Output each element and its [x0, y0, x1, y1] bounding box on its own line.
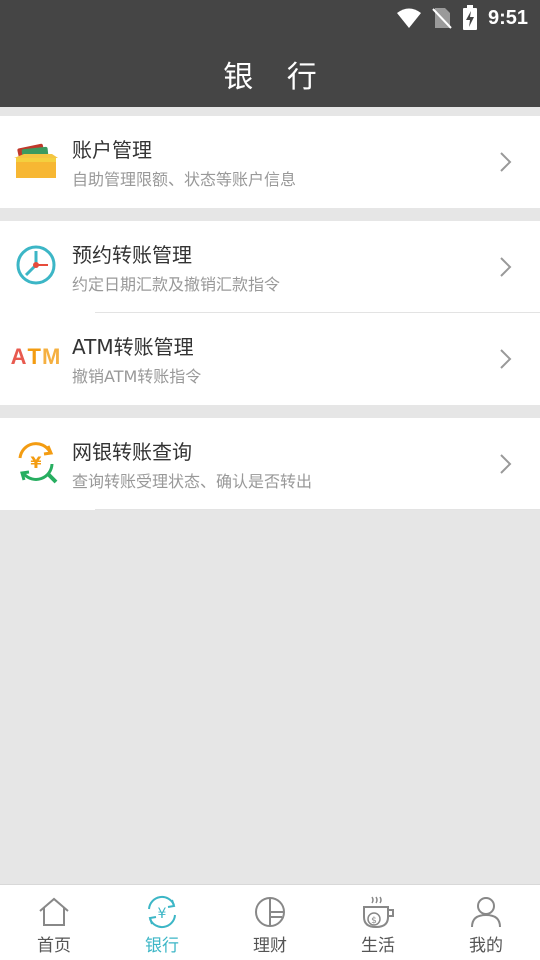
yen-icon-glyph: ¥ [158, 906, 167, 922]
atm-icon-letter-a: A [10, 344, 28, 369]
atm-icon: ATM [8, 333, 64, 381]
status-bar: 9:51 [0, 0, 540, 36]
battery-charging-icon [462, 5, 477, 30]
user-icon [471, 897, 501, 928]
pie-chart-icon [255, 897, 285, 927]
yen-search-icon-glyph: ¥ [30, 453, 41, 472]
tab-label: 首页 [37, 936, 71, 956]
tab-home[interactable]: 首页 [0, 885, 108, 960]
page-title: 银 行 [223, 60, 329, 95]
atm-icon-letter-m: M [42, 344, 62, 369]
item-title: 账户管理 [72, 138, 152, 162]
tab-label: 我的 [469, 936, 503, 956]
item-subtitle: 查询转账受理状态、确认是否转出 [72, 472, 313, 491]
query-section: ¥ 网银转账查询 查询转账受理状态、确认是否转出 [0, 418, 540, 510]
status-time: 9:51 [487, 6, 528, 29]
app-header: 9:51 银 行 [0, 0, 540, 107]
clock-icon [12, 241, 60, 289]
chevron-right-icon [500, 257, 512, 277]
account-section: 账户管理 自助管理限额、状态等账户信息 [0, 116, 540, 208]
chevron-right-icon [500, 152, 512, 172]
item-title: ATM转账管理 [72, 335, 194, 359]
tab-label: 理财 [253, 936, 287, 956]
list-item-scheduled-transfer[interactable]: 预约转账管理 约定日期汇款及撤销汇款指令 [0, 221, 540, 313]
yen-search-icon: ¥ [12, 438, 60, 486]
list-item-online-transfer-query[interactable]: ¥ 网银转账查询 查询转账受理状态、确认是否转出 [0, 418, 540, 510]
transfer-section: 预约转账管理 约定日期汇款及撤销汇款指令 ATM ATM转账管理 撤销ATM转账… [0, 221, 540, 405]
list-item-atm-transfer[interactable]: ATM ATM转账管理 撤销ATM转账指令 [0, 313, 540, 405]
account-box-icon [12, 136, 60, 184]
item-subtitle: 撤销ATM转账指令 [72, 367, 202, 386]
item-subtitle: 自助管理限额、状态等账户信息 [72, 170, 297, 189]
no-sim-icon [432, 8, 452, 29]
atm-icon-letter-t: T [27, 344, 42, 369]
divider [95, 509, 540, 510]
yen-icon: ¥ [148, 895, 176, 929]
item-title: 网银转账查询 [72, 440, 192, 464]
item-subtitle: 约定日期汇款及撤销汇款指令 [72, 275, 281, 294]
tab-bank[interactable]: ¥ 银行 [108, 885, 216, 960]
coffee-cup-icon-glyph: $ [371, 916, 377, 926]
bottom-tab-bar: 首页 ¥ 银行 理财 $ 生活 我的 [0, 884, 540, 960]
chevron-right-icon [500, 349, 512, 369]
tab-finance[interactable]: 理财 [216, 885, 324, 960]
tab-me[interactable]: 我的 [432, 885, 540, 960]
item-title: 预约转账管理 [72, 243, 192, 267]
wifi-icon [396, 8, 421, 28]
tab-life[interactable]: $ 生活 [324, 885, 432, 960]
list-item-account-management[interactable]: 账户管理 自助管理限额、状态等账户信息 [0, 116, 540, 208]
home-icon [39, 897, 69, 926]
tab-label: 银行 [145, 936, 179, 956]
chevron-right-icon [500, 454, 512, 474]
coffee-cup-icon: $ [363, 896, 394, 929]
tab-label: 生活 [361, 936, 395, 956]
